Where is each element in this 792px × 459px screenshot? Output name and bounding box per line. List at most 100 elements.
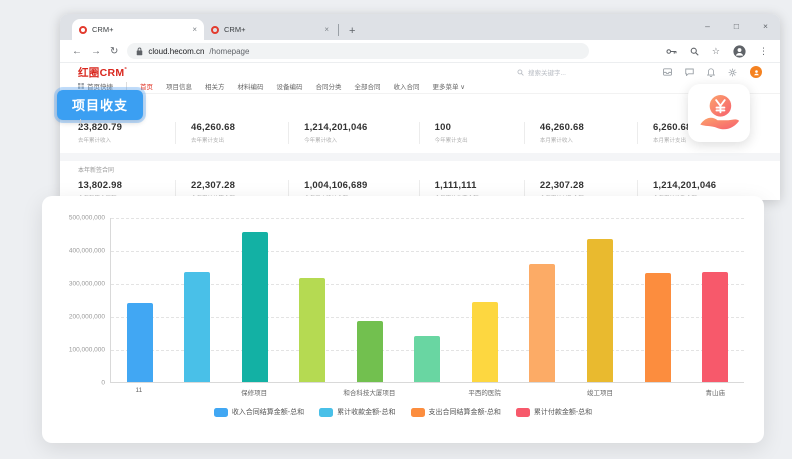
stat-value: 1,214,201,046 [653,180,750,191]
stat-value: 23,820.79 [78,122,175,133]
nav-item-相关方[interactable]: 相关方 [205,81,225,91]
stat-label: 本月累计收入 [540,136,637,144]
category-label [513,387,571,397]
bar-item-8[interactable] [529,264,555,382]
bar-保修项目[interactable] [242,232,268,382]
browser-tab-2[interactable]: CRM+ × [204,19,336,40]
chart-legend: 收入合同结算金额-总和 累计收款金额-总和 支出合同结算金额-总和 累计付款金额-总和 [42,407,764,417]
app-header: 红圈CRM° 搜索关键字... [60,65,780,79]
money-hand-icon-card[interactable] [688,84,750,142]
refresh-icon[interactable]: ↻ [110,46,118,57]
category-label: 竣工项目 [571,387,629,397]
profile-avatar-icon[interactable] [733,45,746,58]
maximize-button[interactable]: □ [734,21,739,31]
minimize-button[interactable]: – [705,21,710,31]
legend-item[interactable]: 累计付款金额-总和 [516,407,592,417]
stat-label: 今年累计支出 [435,136,524,144]
person-icon [753,69,760,76]
user-avatar[interactable] [750,66,762,78]
category-label: 保修项目 [225,387,283,397]
inbox-icon[interactable] [663,68,672,76]
forward-icon[interactable]: → [91,46,101,57]
bar-竣工项目[interactable] [587,239,613,382]
app-search-placeholder: 搜索关键字... [528,67,566,77]
nav-item-材料编码[interactable]: 材料编码 [238,81,264,91]
stats-row-1: 23,820.79去年累计收入46,260.68去年累计支出1,214,201,… [60,122,780,144]
category-label [398,387,456,397]
bar-item-6[interactable] [414,336,440,382]
browser-tab-1[interactable]: CRM+ × [72,19,204,40]
nav-item-全部合同[interactable]: 全部合同 [355,81,381,91]
bell-icon[interactable] [707,68,715,77]
nav-separator [126,82,127,90]
app-nav: 首页快捷首页项目信息相关方材料编码设备编码合同分类全部合同收入合同更多菜单 ∨ [60,79,780,94]
legend-swatch [516,408,530,417]
lock-icon [136,47,143,56]
stat-value: 46,260.68 [191,122,288,133]
legend-label: 收入合同结算金额-总和 [232,407,304,417]
bookmark-star-icon[interactable]: ☆ [712,46,720,57]
yen-coin-hand-icon [696,91,742,135]
category-label: 平西的医院 [456,387,514,397]
gear-icon[interactable] [728,68,737,77]
nav-item-收入合同[interactable]: 收入合同 [394,81,420,91]
callout-pointer-line [80,119,81,129]
category-label: 11 [110,387,168,397]
bars-container [111,218,744,382]
page: CRM+ × CRM+ × + – □ × ← → ↻ [0,0,792,459]
stats-divider-band [60,153,780,161]
new-tab-button[interactable]: + [349,25,355,37]
bar-和合科技大厦项目[interactable] [357,321,383,382]
nav-item-设备编码[interactable]: 设备编码 [277,81,303,91]
tab-close-icon[interactable]: × [324,25,329,34]
nav-item-合同分类[interactable]: 合同分类 [316,81,342,91]
browser-window: CRM+ × CRM+ × + – □ × ← → ↻ [60,14,780,200]
chart-card: 0100,000,000200,000,000300,000,000400,00… [42,196,764,443]
app-header-icons [663,66,762,78]
stat-label: 去年累计收入 [78,136,175,144]
app-search-input[interactable]: 搜索关键字... [517,67,637,77]
search-icon[interactable] [690,47,699,56]
nav-item-项目信息[interactable]: 项目信息 [166,81,192,91]
crm-app: 红圈CRM° 搜索关键字... [60,65,780,202]
stat-cell: 46,260.68 去年累计支出 [175,122,288,144]
message-icon[interactable] [685,68,694,76]
nav-item-首页[interactable]: 首页 [140,81,153,91]
browser-menu-icon[interactable]: ⋮ [759,46,768,57]
bar-item-10[interactable] [645,273,671,382]
nav-item-更多菜单 ∨[interactable]: 更多菜单 ∨ [433,81,466,91]
tab-close-icon[interactable]: × [192,25,197,34]
stat-label: 去年累计支出 [191,136,288,144]
y-axis-tick-label: 400,000,000 [45,248,105,255]
crm-favicon-icon [79,26,87,34]
stat-value: 13,802.98 [78,180,175,191]
legend-label: 累计付款金额-总和 [534,407,592,417]
bar-item-4[interactable] [299,278,325,382]
chart-category-axis: 11保修项目和合科技大厦项目平西的医院竣工项目青山庙 [110,387,744,397]
category-label [283,387,341,397]
legend-item[interactable]: 累计收款金额-总和 [319,407,395,417]
tab-title: CRM+ [224,25,320,34]
stat-value: 22,307.28 [540,180,637,191]
bar-11[interactable] [127,303,153,382]
bar-青山庙[interactable] [702,272,728,382]
back-icon[interactable]: ← [72,46,82,57]
callout-project-income-expense: 项目收支 [57,90,143,120]
url-input[interactable]: cloud.hecom.cn/homepage [127,43,589,59]
address-bar-icons: ☆ ⋮ [666,45,768,58]
y-axis-tick-label: 100,000,000 [45,347,105,354]
search-icon [517,69,524,76]
stat-value: 1,111,111 [435,180,524,191]
close-button[interactable]: × [763,21,768,31]
stat-value: 1,214,201,046 [304,122,419,133]
window-controls: – □ × [705,14,768,38]
legend-item[interactable]: 收入合同结算金额-总和 [214,407,304,417]
key-icon[interactable] [666,48,677,55]
stats-section-title: 本年新签合同 [60,161,780,177]
bar-平西的医院[interactable] [472,302,498,382]
bar-item-2[interactable] [184,272,210,382]
legend-item[interactable]: 支出合同结算金额-总和 [411,407,501,417]
stat-cell: 1,214,201,046 今年累计收入 [288,122,419,144]
tab-divider [338,24,339,36]
stat-label: 今年累计收入 [304,136,419,144]
